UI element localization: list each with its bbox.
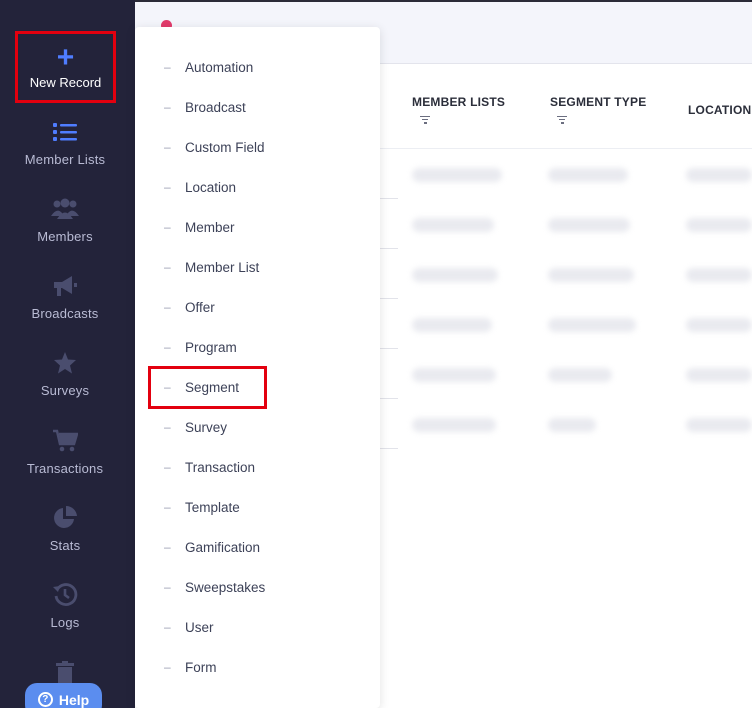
table-cell <box>412 418 496 432</box>
sidebar-item-member-lists[interactable]: Member Lists <box>0 118 130 167</box>
table-cell <box>548 368 612 382</box>
row-divider <box>380 298 398 299</box>
history-icon <box>51 581 79 609</box>
help-button[interactable]: ? Help <box>25 683 102 708</box>
plus-icon: + <box>56 40 75 74</box>
menu-item-program[interactable]: – Program <box>135 335 380 359</box>
question-icon: ? <box>37 692 53 707</box>
cart-icon <box>51 427 79 455</box>
app-root: + New Record Member Lists Members Broadc… <box>0 0 752 708</box>
table-cell <box>412 268 498 282</box>
sidebar-item-label: Members <box>37 229 93 244</box>
column-header-location[interactable]: LOCATION <box>688 103 751 117</box>
filter-icon[interactable] <box>557 116 567 124</box>
table-cell <box>412 168 502 182</box>
users-icon <box>51 195 79 223</box>
sidebar-item-label: Logs <box>50 615 80 630</box>
table-cell <box>548 418 596 432</box>
table-cell <box>548 218 630 232</box>
table-cell <box>412 368 496 382</box>
row-divider <box>380 448 398 449</box>
sidebar-item-logs[interactable]: Logs <box>0 581 130 630</box>
table-cell <box>412 318 492 332</box>
table-cell <box>686 268 752 282</box>
sidebar-item-label: Stats <box>49 538 81 553</box>
table-cell <box>548 318 636 332</box>
table-cell <box>686 168 752 182</box>
table-cell <box>548 168 628 182</box>
menu-item-segment[interactable]: – Segment <box>135 375 380 399</box>
menu-item-user[interactable]: – User <box>135 615 380 639</box>
table-cell <box>686 368 752 382</box>
column-header-segment-type[interactable]: SEGMENT TYPE <box>550 95 646 109</box>
sidebar-item-broadcasts[interactable]: Broadcasts <box>0 272 130 321</box>
menu-item-sweepstakes[interactable]: – Sweepstakes <box>135 575 380 599</box>
help-label: Help <box>58 692 90 708</box>
sidebar-item-label: Surveys <box>40 383 90 398</box>
table-cell <box>412 218 494 232</box>
menu-item-custom-field[interactable]: – Custom Field <box>135 135 380 159</box>
sidebar-item-label: Broadcasts <box>31 306 99 321</box>
sidebar-item-label: Transactions <box>26 461 104 476</box>
records-table: MEMBER LISTS SEGMENT TYPE LOCATION <box>380 65 752 708</box>
sidebar-item-transactions[interactable]: Transactions <box>0 427 130 476</box>
menu-item-member[interactable]: – Member <box>135 215 380 239</box>
column-header-member-lists[interactable]: MEMBER LISTS <box>412 95 505 109</box>
megaphone-icon <box>51 272 79 300</box>
list-icon <box>51 118 79 146</box>
sidebar-item-label: Member Lists <box>24 152 106 167</box>
menu-item-member-list[interactable]: – Member List <box>135 255 380 279</box>
menu-item-gamification[interactable]: – Gamification <box>135 535 380 559</box>
pie-chart-icon <box>51 504 79 532</box>
new-record-menu: – Automation – Broadcast – Custom Field – Lo… <box>135 27 380 708</box>
new-record-label: New Record <box>29 74 102 90</box>
sidebar-item-surveys[interactable]: Surveys <box>0 349 130 398</box>
sidebar-item-members[interactable]: Members <box>0 195 130 244</box>
new-record-button[interactable]: + New Record <box>15 31 116 103</box>
table-cell <box>548 268 634 282</box>
sidebar-item-stats[interactable]: Stats <box>0 504 130 553</box>
table-cell <box>686 318 752 332</box>
star-icon <box>51 349 79 377</box>
row-divider <box>380 398 398 399</box>
menu-item-form[interactable]: – Form <box>135 655 380 679</box>
row-divider <box>380 248 398 249</box>
menu-item-location[interactable]: – Location <box>135 175 380 199</box>
menu-item-offer[interactable]: – Offer <box>135 295 380 319</box>
row-divider <box>380 198 398 199</box>
row-divider <box>380 348 398 349</box>
menu-item-broadcast[interactable]: – Broadcast <box>135 95 380 119</box>
table-cell <box>686 218 752 232</box>
filter-icon[interactable] <box>420 116 430 124</box>
menu-item-transaction[interactable]: – Transaction <box>135 455 380 479</box>
sidebar: + New Record Member Lists Members Broadc… <box>0 0 135 708</box>
menu-item-template[interactable]: – Template <box>135 495 380 519</box>
menu-item-automation[interactable]: – Automation <box>135 55 380 79</box>
menu-item-survey[interactable]: – Survey <box>135 415 380 439</box>
table-cell <box>686 418 752 432</box>
table-header-divider <box>380 148 752 149</box>
